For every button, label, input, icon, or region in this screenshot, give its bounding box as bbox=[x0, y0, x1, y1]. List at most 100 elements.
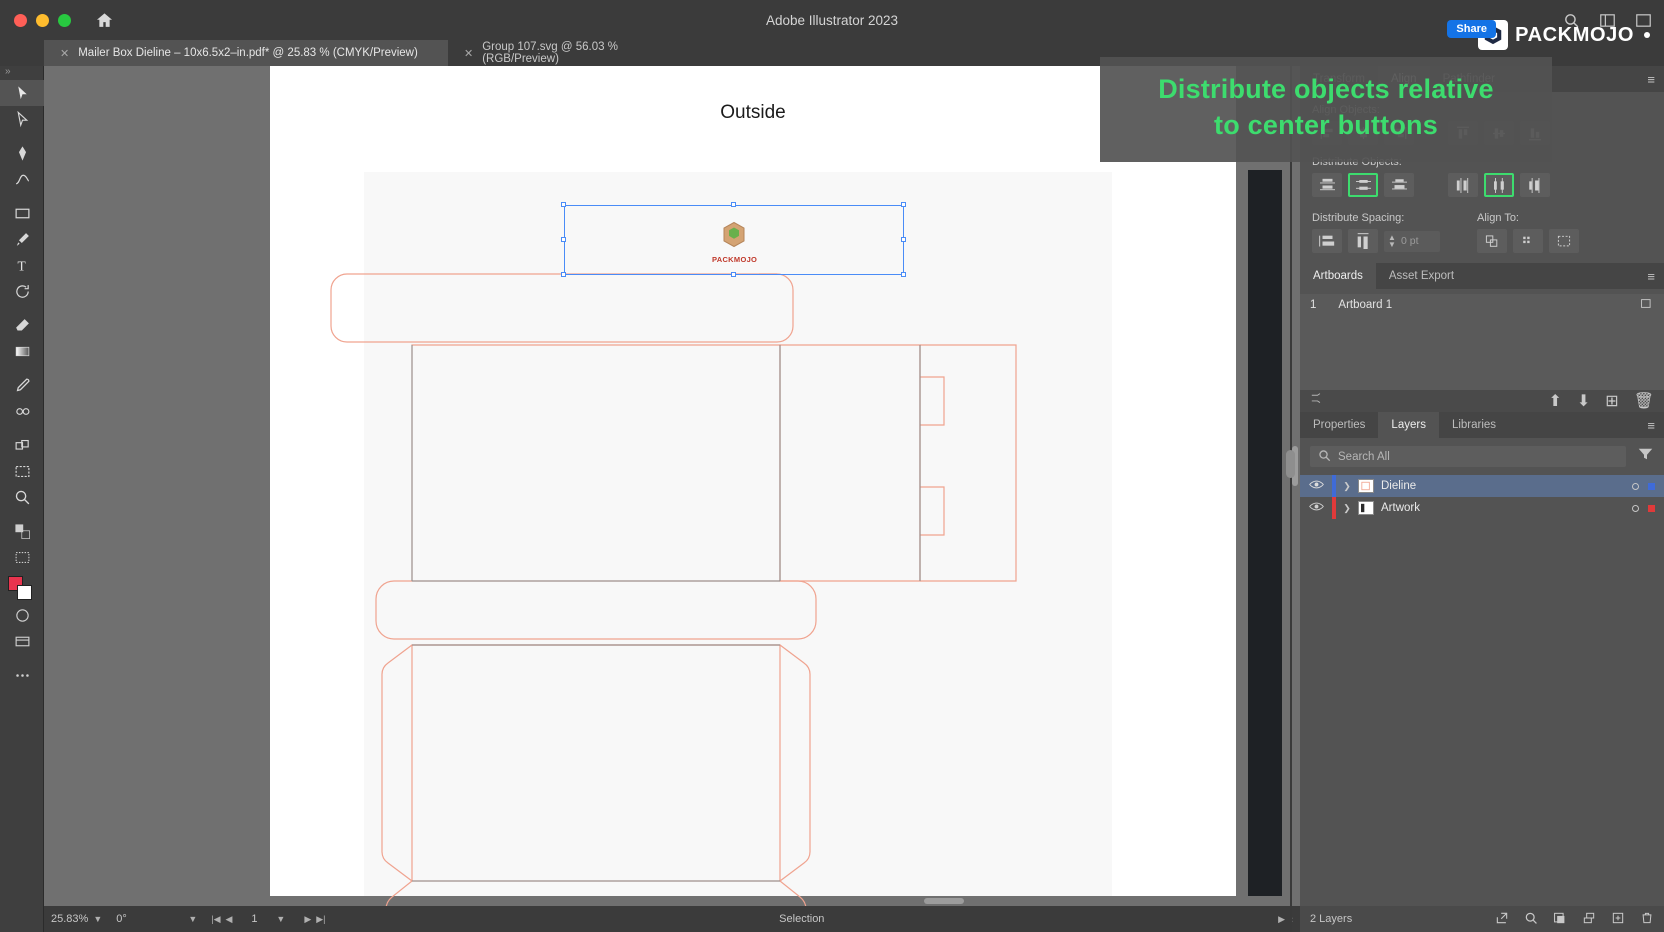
vertical-distribute-spacing-button[interactable] bbox=[1312, 229, 1342, 253]
tab-properties[interactable]: Properties bbox=[1300, 412, 1378, 438]
zoom-level-field[interactable]: 25.83% ▼ bbox=[44, 906, 109, 932]
artboards-panel-menu-icon[interactable]: ≡ bbox=[1638, 263, 1664, 289]
shape-builder-tool[interactable] bbox=[0, 432, 44, 458]
chevron-down-icon[interactable]: ▼ bbox=[188, 914, 197, 924]
eyedropper-tool[interactable] bbox=[0, 372, 44, 398]
filter-icon[interactable] bbox=[1636, 447, 1664, 466]
zoom-tool[interactable] bbox=[0, 484, 44, 510]
curvature-tool[interactable] bbox=[0, 166, 44, 192]
selection-handle[interactable] bbox=[901, 272, 906, 277]
align-to-key-object-button[interactable] bbox=[1513, 229, 1543, 253]
home-icon[interactable] bbox=[91, 7, 117, 33]
toolbar-collapse-handle[interactable]: » bbox=[0, 66, 43, 80]
release-to-layers-icon[interactable] bbox=[1495, 911, 1509, 928]
artboards-list[interactable]: 1 Artboard 1 bbox=[1300, 294, 1664, 390]
close-window-button[interactable] bbox=[14, 13, 27, 27]
make-mask-icon[interactable] bbox=[1553, 911, 1567, 928]
stepper-icon[interactable]: ▲ ▼ bbox=[1388, 233, 1396, 248]
selection-handle[interactable] bbox=[731, 202, 736, 207]
fill-and-stroke-swatches[interactable] bbox=[8, 576, 43, 602]
artboard-row[interactable]: 1 Artboard 1 bbox=[1300, 294, 1664, 316]
next-artboard-icon[interactable]: ▶ bbox=[304, 914, 311, 925]
layers-panel-menu-icon[interactable]: ≡ bbox=[1638, 412, 1664, 438]
new-layer-icon[interactable] bbox=[1611, 911, 1625, 928]
search-input[interactable]: Search All bbox=[1310, 446, 1626, 467]
visibility-eye-icon[interactable] bbox=[1300, 501, 1332, 515]
new-artboard-icon[interactable]: ⊞ bbox=[1605, 391, 1618, 411]
play-icon[interactable]: ▶ bbox=[1278, 914, 1285, 925]
selection-handle[interactable] bbox=[901, 202, 906, 207]
expand-layer-icon[interactable]: ❯ bbox=[1336, 503, 1358, 514]
minimize-window-button[interactable] bbox=[36, 13, 49, 27]
selection-handle[interactable] bbox=[901, 237, 906, 242]
close-tab-icon[interactable]: ✕ bbox=[464, 47, 473, 60]
rearrange-artboards-icon[interactable] bbox=[1310, 392, 1325, 410]
vertical-distribute-center-button[interactable] bbox=[1348, 173, 1378, 197]
target-circle-icon[interactable] bbox=[1632, 482, 1639, 490]
move-up-icon[interactable]: ⬆ bbox=[1548, 391, 1561, 411]
drawing-mode-icon[interactable] bbox=[0, 602, 44, 628]
locate-object-icon[interactable] bbox=[1524, 911, 1538, 928]
document-tab-2[interactable]: ✕ Group 107.svg @ 56.03 % (RGB/Preview) bbox=[448, 40, 698, 66]
selection-tool[interactable] bbox=[0, 80, 44, 106]
horizontal-distribute-left-button[interactable] bbox=[1448, 173, 1478, 197]
selection-handle[interactable] bbox=[731, 272, 736, 277]
screen-mode-icon[interactable] bbox=[0, 544, 44, 570]
document-tab-1[interactable]: ✕ Mailer Box Dieline – 10x6.5x2–in.pdf* … bbox=[44, 40, 448, 66]
gradient-tool[interactable] bbox=[0, 338, 44, 364]
expand-layer-icon[interactable]: ❯ bbox=[1336, 481, 1358, 492]
maximize-window-button[interactable] bbox=[58, 13, 71, 27]
layer-selection-square[interactable] bbox=[1648, 504, 1655, 512]
stroke-swatch[interactable] bbox=[17, 585, 32, 600]
tab-layers[interactable]: Layers bbox=[1378, 412, 1439, 438]
chevron-down-icon[interactable]: ▼ bbox=[93, 914, 102, 924]
new-sublayer-icon[interactable] bbox=[1582, 911, 1596, 928]
selection-handle[interactable] bbox=[561, 202, 566, 207]
selection-handle[interactable] bbox=[561, 272, 566, 277]
tab-libraries[interactable]: Libraries bbox=[1439, 412, 1509, 438]
vertical-distribute-top-button[interactable] bbox=[1312, 173, 1342, 197]
spacing-value-field[interactable]: ▲ ▼ 0 pt bbox=[1384, 230, 1440, 252]
fill-stroke-swap-icon[interactable] bbox=[0, 518, 44, 544]
tab-asset-export[interactable]: Asset Export bbox=[1376, 263, 1467, 289]
close-tab-icon[interactable]: ✕ bbox=[60, 47, 69, 60]
rectangle-tool[interactable] bbox=[0, 200, 44, 226]
visibility-eye-icon[interactable] bbox=[1300, 479, 1332, 493]
layer-row-artwork[interactable]: ❯ Artwork bbox=[1300, 497, 1664, 519]
align-panel-menu-icon[interactable]: ≡ bbox=[1638, 66, 1664, 92]
layer-row-dieline[interactable]: ❯ Dieline bbox=[1300, 475, 1664, 497]
panel-resize-grip[interactable] bbox=[1286, 450, 1295, 478]
horizontal-distribute-right-button[interactable] bbox=[1520, 173, 1550, 197]
artboard-options-icon[interactable] bbox=[1640, 297, 1654, 313]
edit-toolbar-icon[interactable] bbox=[0, 662, 44, 688]
tab-artboards[interactable]: Artboards bbox=[1300, 263, 1376, 289]
change-screen-mode-icon[interactable] bbox=[0, 628, 44, 654]
eraser-tool[interactable] bbox=[0, 312, 44, 338]
horizontal-distribute-center-button[interactable] bbox=[1484, 173, 1514, 197]
horizontal-scrollbar[interactable] bbox=[924, 898, 964, 904]
rotate-tool[interactable] bbox=[0, 278, 44, 304]
move-down-icon[interactable]: ⬇ bbox=[1577, 391, 1590, 411]
delete-artboard-icon[interactable]: 🗑 bbox=[1634, 391, 1654, 411]
artboard-navigation[interactable]: |◀ ◀ 1 ▼ ▶ ▶| bbox=[204, 906, 332, 932]
rotation-field[interactable]: 0° ▼ bbox=[109, 906, 204, 932]
target-circle-icon[interactable] bbox=[1632, 504, 1639, 512]
status-expand-icons[interactable]: ▶ ‹ bbox=[1271, 906, 1300, 932]
artboard-tool[interactable] bbox=[0, 458, 44, 484]
horizontal-distribute-spacing-button[interactable] bbox=[1348, 229, 1378, 253]
type-tool[interactable]: T bbox=[0, 252, 44, 278]
align-to-artboard-button[interactable] bbox=[1549, 229, 1579, 253]
vertical-distribute-bottom-button[interactable] bbox=[1384, 173, 1414, 197]
pen-tool[interactable] bbox=[0, 140, 44, 166]
canvas-area[interactable]: Outside PACKMOJO bbox=[44, 66, 1300, 932]
direct-selection-tool[interactable] bbox=[0, 106, 44, 132]
first-artboard-icon[interactable]: |◀ bbox=[211, 914, 220, 925]
last-artboard-icon[interactable]: ▶| bbox=[316, 914, 325, 925]
blend-tool[interactable] bbox=[0, 398, 44, 424]
share-button[interactable]: Share bbox=[1447, 20, 1496, 38]
layer-selection-square[interactable] bbox=[1648, 482, 1655, 490]
paintbrush-tool[interactable] bbox=[0, 226, 44, 252]
delete-layer-icon[interactable] bbox=[1640, 911, 1654, 928]
chevron-down-icon[interactable]: ▼ bbox=[276, 914, 285, 924]
previous-artboard-icon[interactable]: ◀ bbox=[226, 914, 233, 925]
